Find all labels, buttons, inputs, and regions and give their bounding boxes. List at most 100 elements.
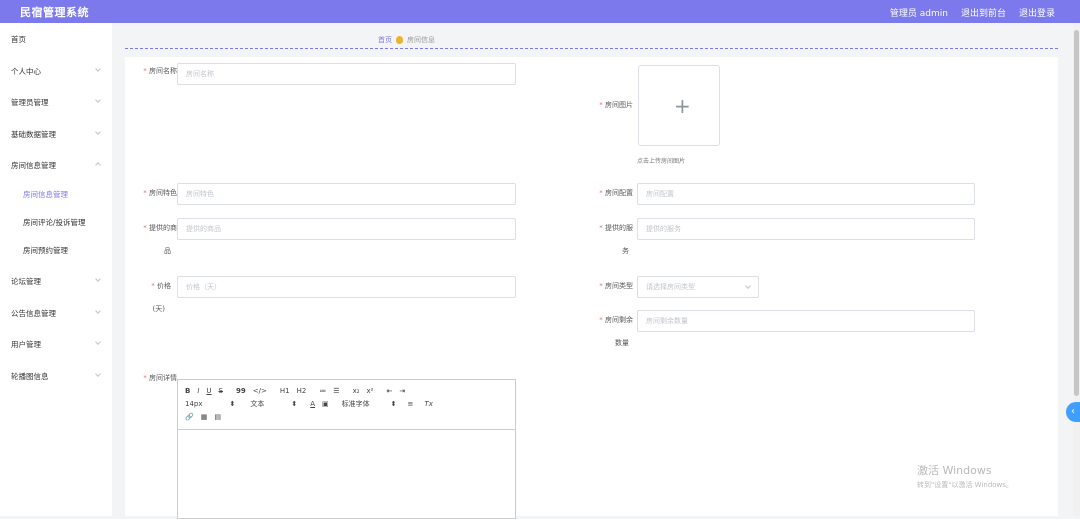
- sidebar-item-room-info-group[interactable]: 房间信息管理: [0, 152, 112, 178]
- sidebar-item-room-comments[interactable]: 房间评论/投诉管理: [0, 209, 112, 235]
- admin-user-link[interactable]: 管理员 admin: [890, 6, 948, 19]
- chevron-down-icon: [745, 283, 751, 289]
- font-family-select[interactable]: 标准字体: [342, 399, 370, 409]
- upload-tip: 点击上传房间图片: [637, 158, 686, 165]
- room-name-label: * 房间名称: [143, 67, 177, 75]
- chevron-down-icon: [95, 339, 101, 345]
- watermark-subtitle: 转到"设置"以激活 Windows。: [917, 481, 1013, 489]
- sidebar-item-label: 论坛管理: [11, 276, 41, 286]
- goods-label-wrap: 品: [164, 247, 171, 255]
- sidebar-item-label: 首页: [11, 34, 26, 44]
- scrollbar-thumb[interactable]: [1074, 30, 1079, 396]
- sidebar-item-label: 基础数据管理: [11, 129, 56, 139]
- image-icon[interactable]: ▦: [201, 413, 208, 421]
- sidebar-item-label: 轮播图信息: [11, 371, 49, 381]
- chevron-up-icon: [95, 162, 101, 168]
- header-select[interactable]: 文本: [250, 399, 264, 409]
- editor-toolbar: B I U S 99 </> H1 H2 ≔ ☰ x₂ x² ⇤ ⇥ 14px: [178, 380, 515, 430]
- sidebar-item-carousel[interactable]: 轮播图信息: [0, 363, 112, 389]
- sidebar-item-label: 用户管理: [11, 339, 41, 349]
- toolbar-row-3: 🔗 ▦ ▤: [185, 410, 508, 423]
- price-label: * 价格: [151, 282, 171, 290]
- h1-button[interactable]: H1: [280, 387, 290, 395]
- font-size-select[interactable]: 14px: [185, 400, 203, 408]
- link-icon[interactable]: 🔗: [185, 413, 194, 421]
- breadcrumb-current: 房间信息: [407, 36, 435, 44]
- config-input[interactable]: 房间配置: [637, 183, 975, 205]
- remaining-label: * 房间剩余: [599, 316, 633, 324]
- sidebar-item-room-info[interactable]: 房间信息管理: [0, 181, 112, 207]
- toolbar-row-1: B I U S 99 </> H1 H2 ≔ ☰ x₂ x² ⇤ ⇥: [185, 384, 508, 397]
- superscript-button[interactable]: x²: [367, 387, 374, 395]
- room-form: * 房间名称 房间名称 * 房间图片 + 点击上传房间图片 * 房间特色 房间特…: [125, 57, 1058, 519]
- remaining-label-wrap: 数量: [615, 339, 629, 347]
- sidebar: 首页 个人中心 管理员管理 基础数据管理 房间信息管理 房间信息管理 房间评论/…: [0, 23, 112, 516]
- quote-button[interactable]: 99: [236, 387, 246, 395]
- sidebar-item-label: 房间信息管理: [11, 160, 56, 170]
- top-actions: 管理员 admin 退出到前台 退出登录: [890, 6, 1055, 19]
- sidebar-item-users[interactable]: 用户管理: [0, 331, 112, 357]
- chevron-left-icon: ‹: [1071, 406, 1075, 417]
- h2-button[interactable]: H2: [297, 387, 307, 395]
- sidebar-item-label: 个人中心: [11, 66, 41, 76]
- breadcrumb: 首页 房间信息: [378, 35, 435, 45]
- image-upload[interactable]: +: [638, 65, 720, 146]
- sidebar-item-label: 房间信息管理: [23, 189, 68, 199]
- subscript-button[interactable]: x₂: [353, 387, 360, 395]
- main-content: 首页 房间信息 * 房间名称 房间名称 * 房间图片 + 点击上传房间图片 * …: [112, 23, 1070, 519]
- sidebar-item-home[interactable]: 首页: [0, 26, 112, 52]
- font-color-button[interactable]: A: [310, 400, 315, 408]
- sidebar-item-personal-center[interactable]: 个人中心: [0, 58, 112, 84]
- video-icon[interactable]: ▤: [214, 413, 221, 421]
- plus-icon: +: [674, 94, 691, 118]
- align-button[interactable]: ≡: [408, 400, 414, 408]
- underline-button[interactable]: U: [206, 387, 211, 395]
- app-title: 民宿管理系统: [20, 6, 89, 19]
- room-name-input[interactable]: 房间名称: [177, 63, 516, 85]
- code-button[interactable]: </>: [253, 387, 267, 395]
- top-bar: 民宿管理系统 管理员 admin 退出到前台 退出登录: [0, 0, 1080, 23]
- gourd-icon: [396, 36, 403, 44]
- select-arrows-icon: ⬍: [390, 399, 397, 408]
- bold-button[interactable]: B: [185, 387, 190, 395]
- sidebar-item-forum[interactable]: 论坛管理: [0, 268, 112, 294]
- logout-link[interactable]: 退出登录: [1019, 6, 1055, 19]
- chevron-down-icon: [95, 97, 101, 103]
- room-type-select[interactable]: 请选择房间类型: [637, 276, 759, 298]
- italic-button[interactable]: I: [197, 387, 199, 395]
- select-arrows-icon: ⬍: [229, 399, 236, 408]
- remaining-input[interactable]: 房间剩余数量: [637, 310, 975, 332]
- select-arrows-icon: ⬍: [291, 399, 298, 408]
- price-input[interactable]: 价格（天）: [177, 276, 516, 298]
- sidebar-item-room-booking[interactable]: 房间预约管理: [0, 237, 112, 263]
- price-label-unit: (天): [152, 305, 165, 313]
- room-image-label: * 房间图片: [599, 101, 633, 109]
- feature-input[interactable]: 房间特色: [177, 183, 516, 205]
- detail-label: * 房间详情: [143, 374, 177, 382]
- goods-input[interactable]: 提供的商品: [177, 218, 516, 240]
- page-scrollbar[interactable]: [1073, 23, 1080, 516]
- sidebar-item-announcements[interactable]: 公告信息管理: [0, 300, 112, 326]
- config-label: * 房间配置: [599, 189, 633, 197]
- outdent-button[interactable]: ⇤: [386, 387, 392, 395]
- breadcrumb-home[interactable]: 首页: [378, 35, 392, 45]
- ordered-list-button[interactable]: ≔: [319, 387, 326, 395]
- sidebar-item-admin-management[interactable]: 管理员管理: [0, 89, 112, 115]
- windows-activation-watermark: 激活 Windows 转到"设置"以激活 Windows。: [917, 462, 1013, 490]
- chevron-down-icon: [95, 66, 101, 72]
- room-type-label: * 房间类型: [599, 282, 633, 290]
- bullet-list-button[interactable]: ☰: [333, 387, 339, 395]
- strike-button[interactable]: S: [219, 387, 223, 395]
- exit-to-front-link[interactable]: 退出到前台: [961, 6, 1006, 19]
- background-color-button[interactable]: ▣: [322, 400, 329, 408]
- rich-text-editor[interactable]: B I U S 99 </> H1 H2 ≔ ☰ x₂ x² ⇤ ⇥ 14px: [177, 379, 516, 519]
- service-input[interactable]: 提供的服务: [637, 218, 975, 240]
- clear-format-button[interactable]: Tx: [424, 400, 432, 408]
- indent-button[interactable]: ⇥: [399, 387, 405, 395]
- sidebar-item-basic-data[interactable]: 基础数据管理: [0, 121, 112, 147]
- chevron-down-icon: [95, 308, 101, 314]
- goods-label: * 提供的商: [143, 224, 177, 232]
- sidebar-item-label: 公告信息管理: [11, 308, 56, 318]
- chevron-down-icon: [95, 129, 101, 135]
- collapse-panel-button[interactable]: ‹: [1066, 402, 1080, 422]
